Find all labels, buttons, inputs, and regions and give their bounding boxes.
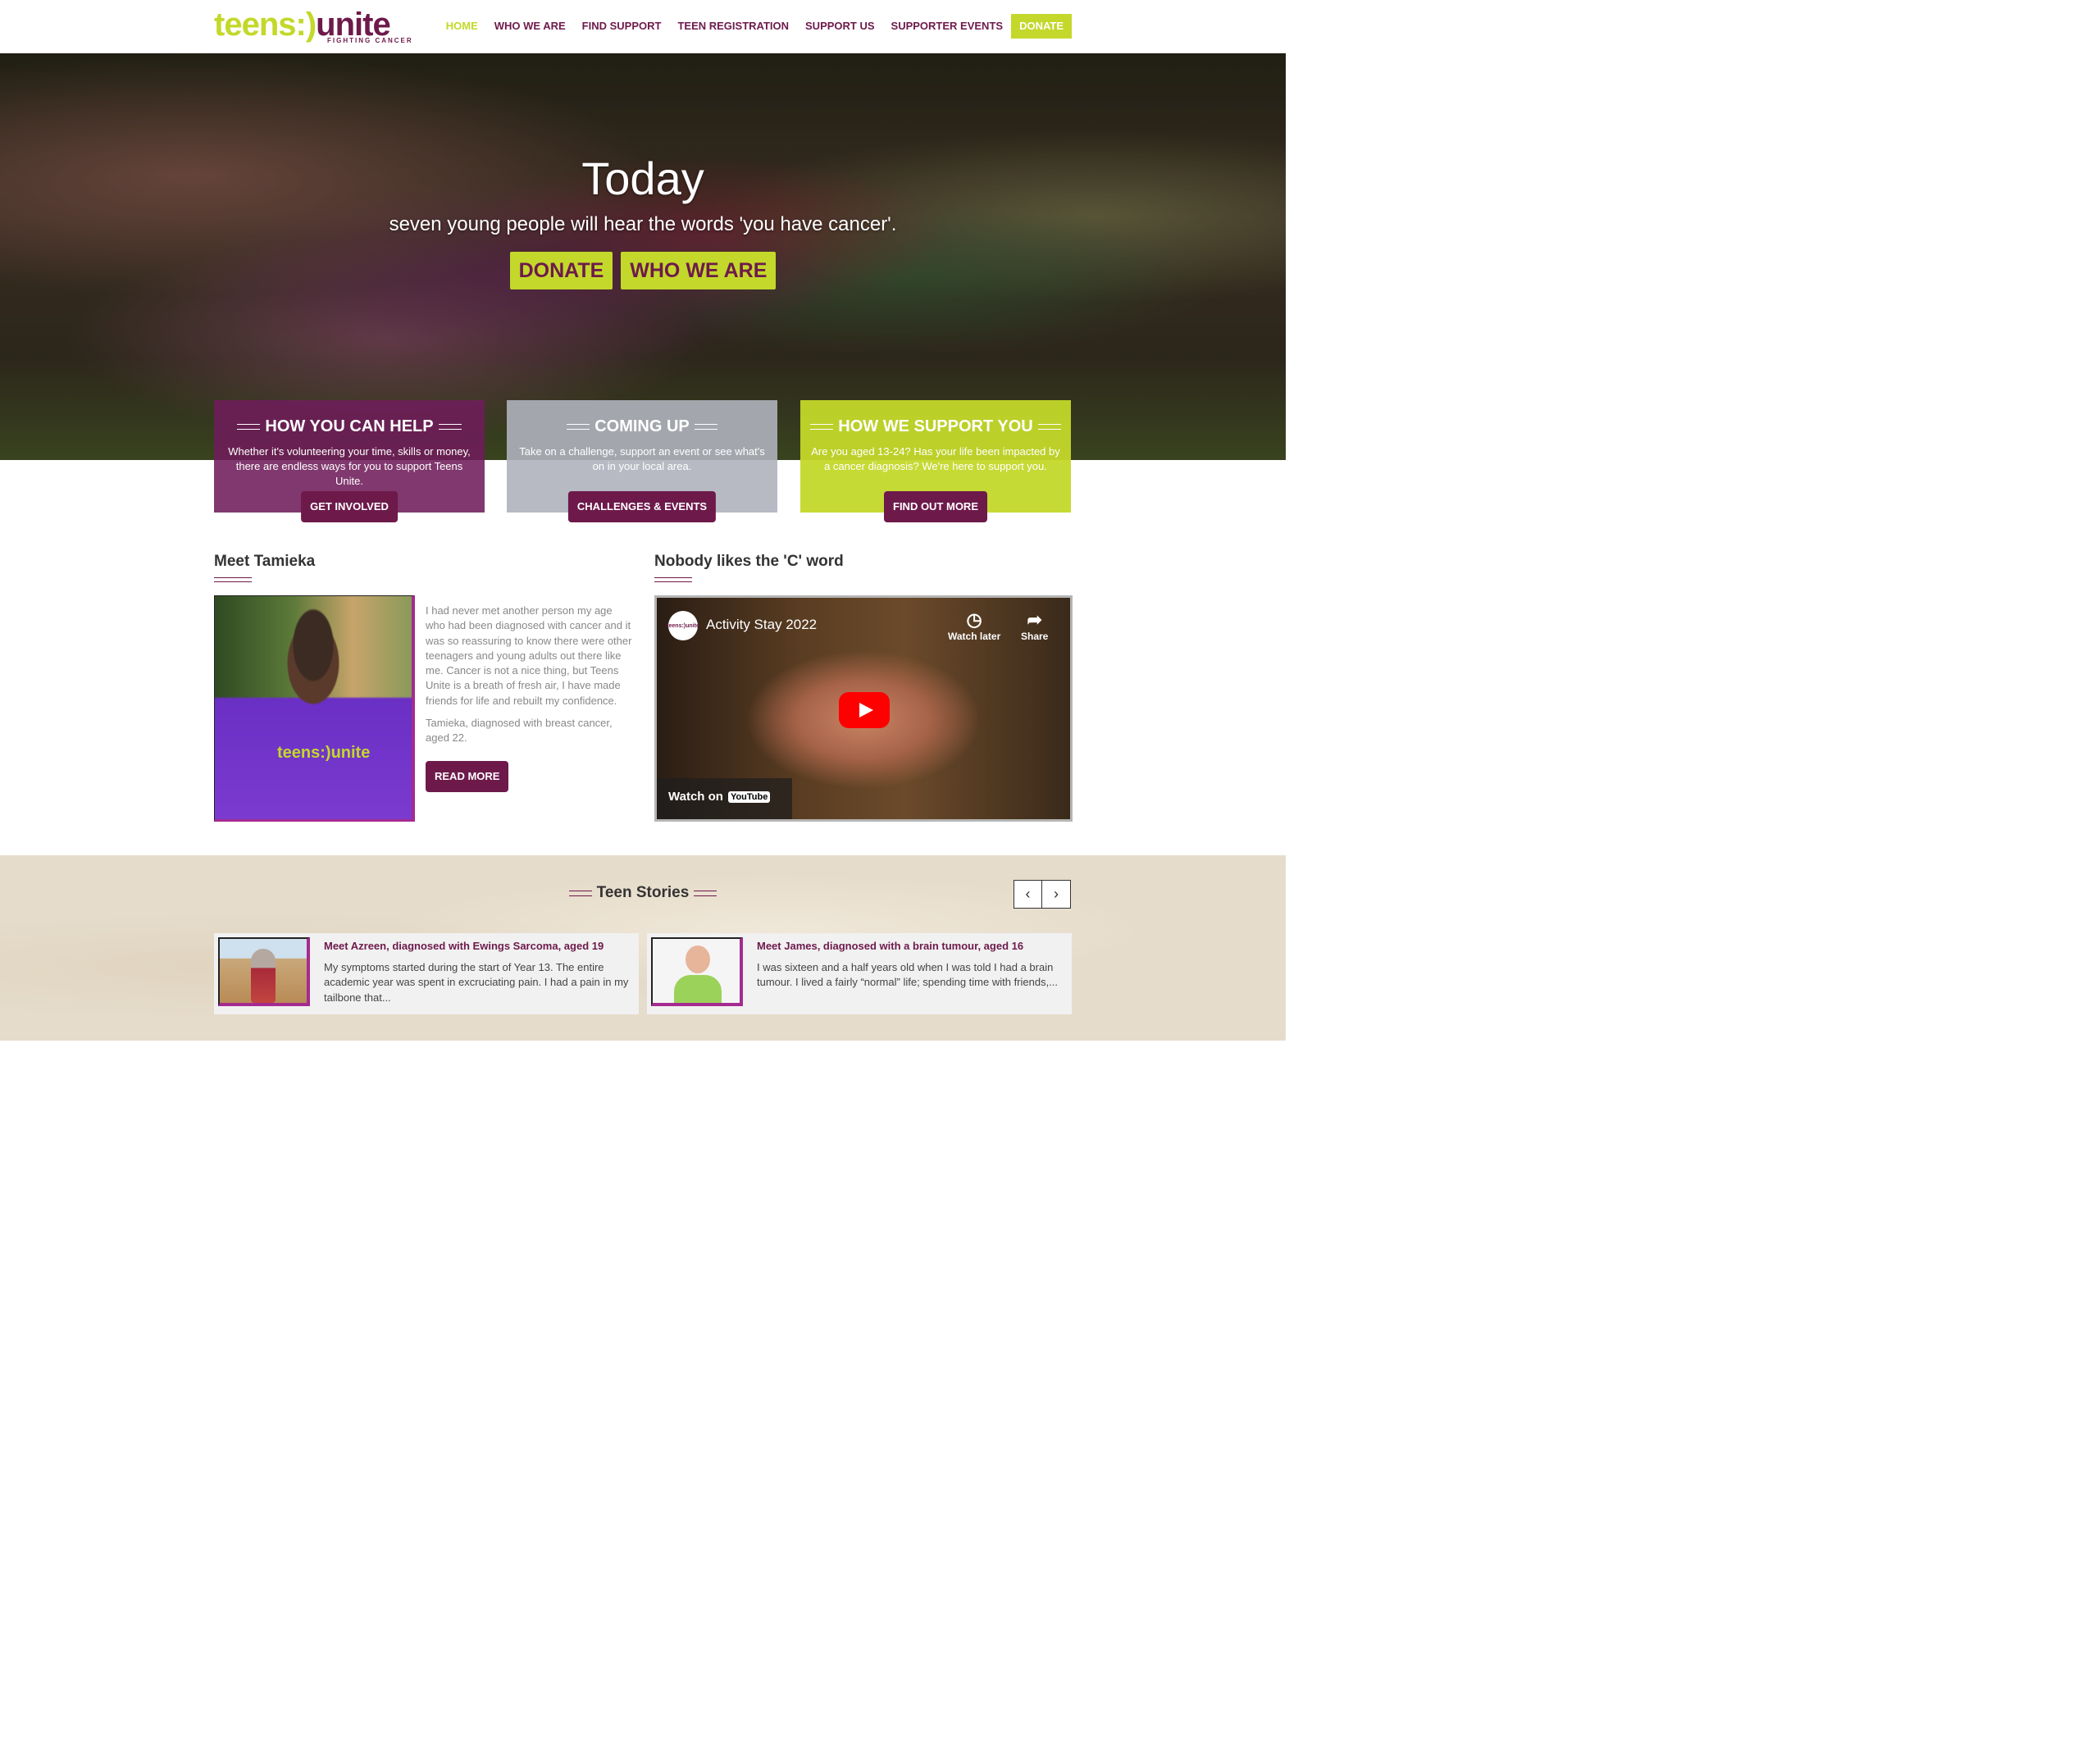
meet-title: Meet Tamieka — [214, 553, 316, 570]
video-section-title: Nobody likes the 'C' word — [654, 553, 844, 570]
story-excerpt: My symptoms started during the start of … — [324, 961, 629, 1004]
shirt-logo: teens:)unite — [277, 744, 371, 762]
nav-supporter-events[interactable]: SUPPORTER EVENTS — [883, 14, 1012, 39]
title-rule — [438, 423, 462, 430]
watch-later-label: Watch later — [948, 631, 1001, 642]
video-title[interactable]: Activity Stay 2022 — [706, 617, 817, 633]
coming-up-title: COMING UP — [594, 417, 690, 435]
support-you-heading: HOW WE SUPPORT YOU — [800, 417, 1071, 436]
story-card-azreen[interactable]: Meet Azreen, diagnosed with Ewings Sarco… — [214, 933, 639, 1014]
watch-on-youtube-button[interactable]: Watch on YouTube — [657, 778, 792, 819]
title-rule — [1037, 423, 1061, 430]
channel-avatar[interactable]: teens:)unite — [667, 611, 699, 640]
share-icon: ➦ — [1027, 609, 1042, 630]
read-more-button[interactable]: READ MORE — [426, 761, 509, 792]
nav-donate-button[interactable]: DONATE — [1011, 14, 1072, 39]
hero-title: Today — [581, 153, 704, 204]
teen-stories-section: Teen Stories ‹ › Meet Azreen, diagnosed … — [0, 855, 1286, 1041]
coming-up-box: COMING UP Take on a challenge, support a… — [507, 400, 777, 522]
logo-tagline: FIGHTING CANCER — [327, 37, 413, 44]
chevron-left-icon[interactable]: ‹ — [1014, 880, 1042, 909]
support-you-text: Are you aged 13-24? Has your life been i… — [811, 445, 1060, 472]
clock-icon: ◷ — [966, 609, 982, 630]
support-you-title: HOW WE SUPPORT YOU — [838, 417, 1033, 435]
hero-banner: Today seven young people will hear the w… — [0, 53, 1286, 460]
chevron-right-icon[interactable]: › — [1042, 880, 1071, 909]
find-out-more-button[interactable]: FIND OUT MORE — [884, 491, 987, 522]
nav-find-support[interactable]: FIND SUPPORT — [574, 14, 670, 39]
watch-later-button[interactable]: ◷ Watch later — [948, 609, 1000, 642]
azreen-thumbnail[interactable] — [218, 937, 310, 1006]
share-label: Share — [1021, 631, 1049, 642]
youtube-logo: YouTube — [727, 791, 771, 804]
site-header: teens:)unite FIGHTING CANCER HOME WHO WE… — [0, 0, 1286, 53]
challenges-events-button[interactable]: CHALLENGES & EVENTS — [567, 491, 717, 522]
hero-donate-button[interactable]: DONATE — [509, 252, 613, 289]
main-nav: HOME WHO WE ARE FIND SUPPORT TEEN REGIST… — [438, 14, 1072, 39]
hero-who-we-are-button[interactable]: WHO WE ARE — [621, 252, 777, 289]
story-title[interactable]: Meet Azreen, diagnosed with Ewings Sarco… — [324, 940, 604, 952]
tamieka-photo: teens:)unite — [214, 595, 415, 822]
coming-up-text: Take on a challenge, support an event or… — [519, 445, 765, 472]
nav-home[interactable]: HOME — [438, 14, 486, 39]
get-involved-button[interactable]: GET INVOLVED — [301, 491, 398, 522]
nav-teen-registration[interactable]: TEEN REGISTRATION — [669, 14, 797, 39]
logo-part-teens: teens:) — [214, 7, 317, 43]
teen-stories-heading: Teen Stories — [0, 884, 1286, 902]
carousel-controls: ‹ › — [1014, 880, 1071, 909]
meet-title-underline — [214, 577, 252, 582]
quote-text: I had never met another person my age wh… — [426, 604, 632, 707]
logo[interactable]: teens:)unite FIGHTING CANCER — [214, 7, 413, 46]
story-card-james[interactable]: Meet James, diagnosed with a brain tumou… — [647, 933, 1072, 1014]
title-rule — [237, 423, 261, 430]
coming-up-heading: COMING UP — [507, 417, 777, 436]
support-you-box: HOW WE SUPPORT YOU Are you aged 13-24? H… — [800, 400, 1071, 522]
hero-buttons: DONATE WHO WE ARE — [0, 252, 1286, 289]
title-rule — [810, 423, 834, 430]
hero-subtitle: seven young people will hear the words '… — [389, 213, 897, 235]
help-box-text: Whether it's volunteering your time, ski… — [228, 445, 471, 487]
video-title-underline — [654, 577, 692, 582]
play-icon[interactable] — [839, 692, 890, 728]
james-thumbnail[interactable] — [651, 937, 743, 1006]
story-title[interactable]: Meet James, diagnosed with a brain tumou… — [757, 940, 1023, 952]
title-rule — [567, 423, 590, 430]
quote-attribution: Tamieka, diagnosed with breast cancer, a… — [426, 717, 613, 745]
title-rule — [694, 890, 717, 896]
watch-on-label: Watch on — [668, 790, 723, 804]
nav-who-we-are[interactable]: WHO WE ARE — [486, 14, 574, 39]
story-excerpt: I was sixteen and a half years old when … — [757, 961, 1059, 989]
help-box-title: HOW YOU CAN HELP — [265, 417, 434, 435]
nav-support-us[interactable]: SUPPORT US — [797, 14, 883, 39]
title-rule — [568, 890, 592, 896]
youtube-embed[interactable]: teens:)unite Activity Stay 2022 ◷ Watch … — [654, 595, 1073, 822]
help-box: HOW YOU CAN HELP Whether it's volunteeri… — [214, 400, 485, 522]
tamieka-quote: I had never met another person my age wh… — [426, 604, 632, 754]
title-rule — [694, 423, 717, 430]
help-box-heading: HOW YOU CAN HELP — [214, 417, 485, 436]
share-button[interactable]: ➦ Share — [1021, 609, 1048, 642]
teen-stories-title: Teen Stories — [596, 884, 690, 901]
